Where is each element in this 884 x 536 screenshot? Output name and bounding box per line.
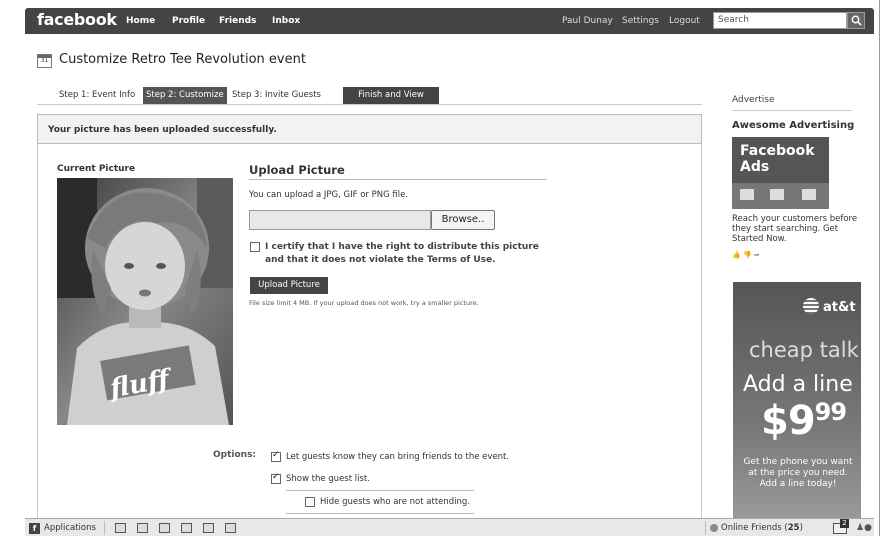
nav-friends[interactable]: Friends (219, 16, 256, 26)
nav-inbox[interactable]: Inbox (272, 16, 300, 26)
notifications-badge: 2 (840, 519, 849, 528)
calendar-icon: 31 (37, 54, 52, 68)
user-name-link[interactable]: Paul Dunay (562, 16, 613, 26)
show-guest-list-checkbox[interactable] (271, 472, 281, 484)
advertise-divider (732, 110, 852, 111)
current-picture-label: Current Picture (57, 164, 136, 174)
online-divider (705, 521, 706, 535)
applications-menu[interactable]: Applications (44, 523, 96, 533)
search-icon (851, 15, 862, 26)
facebook-logo[interactable]: facebook (37, 10, 117, 29)
att-logo: at&t (823, 300, 856, 315)
tab-event-info[interactable]: Step 1: Event Info (56, 87, 138, 104)
notes-icon[interactable] (137, 523, 148, 533)
upload-help-text: You can upload a JPG, GIF or PNG file. (249, 190, 409, 200)
options-label: Options: (213, 450, 257, 460)
bring-friends-checkbox[interactable] (271, 450, 281, 462)
online-friends-icon (710, 524, 718, 532)
att-price-cents: 99 (814, 398, 847, 426)
person-icon (740, 189, 754, 200)
online-friends-close-paren: ) (799, 523, 803, 533)
bring-friends-label: Let guests know they can bring friends t… (286, 452, 510, 462)
att-banner-ad[interactable]: at&t cheap talk Add a line $999 Get the … (733, 282, 861, 518)
ad-copy: Reach your customers before they start s… (732, 214, 858, 244)
bottom-chat-bar: f Applications Online Friends (25) 2 ♟● (25, 518, 874, 536)
nav-home[interactable]: Home (126, 16, 155, 26)
ad-like-icon[interactable]: 👍 👎 ➦ (732, 251, 760, 259)
tab-invite-guests[interactable]: Step 3: Invite Guests (229, 87, 324, 104)
browse-button[interactable]: Browse.. (431, 210, 495, 230)
search-button[interactable] (847, 12, 865, 29)
facebook-ads-text: Facebook Ads (740, 143, 815, 175)
upload-picture-heading: Upload Picture (249, 163, 345, 177)
groups-icon[interactable] (159, 523, 170, 533)
hide-guests-divider-top (286, 490, 474, 491)
att-tagline: Get the phone you want at the price you … (743, 457, 853, 489)
att-globe-icon (803, 298, 819, 314)
success-message: Your picture has been uploaded successfu… (48, 125, 277, 135)
child-photo-illustration: fluff (57, 178, 233, 425)
file-path-field[interactable] (249, 210, 431, 230)
hide-not-attending-checkbox[interactable] (305, 497, 315, 507)
online-friends-label: Online Friends ( (721, 523, 788, 533)
tab-customize[interactable]: Step 2: Customize (143, 87, 227, 104)
events-icon[interactable] (181, 523, 192, 533)
window-edge (879, 0, 880, 536)
certify-label: I certify that I have the right to distr… (265, 242, 539, 265)
online-friends-button[interactable]: Online Friends (25) (721, 523, 803, 533)
att-cheap-talk: cheap talk (749, 338, 859, 362)
upload-divider (249, 179, 547, 180)
facebook-ads-banner[interactable]: Facebook Ads (732, 137, 829, 209)
ad-title[interactable]: Awesome Advertising (732, 120, 854, 131)
video-icon[interactable] (203, 523, 214, 533)
att-price: $999 (761, 398, 847, 444)
online-friends-count: 25 (787, 523, 800, 533)
hide-not-attending-label: Hide guests who are not attending. (320, 497, 471, 507)
speech-bubble-icon (802, 189, 816, 200)
envelope-icon (770, 189, 784, 200)
nav-profile[interactable]: Profile (172, 16, 205, 26)
top-navigation-bar: facebook Home Profile Friends Inbox Paul… (25, 8, 874, 34)
current-picture-image: fluff (57, 178, 233, 425)
photos-icon[interactable] (115, 523, 126, 533)
certify-checkbox[interactable] (250, 242, 260, 252)
tab-divider (37, 104, 702, 105)
hide-guests-divider-bottom (286, 513, 474, 514)
share-icon[interactable] (225, 523, 236, 533)
att-add-a-line: Add a line (743, 372, 853, 397)
settings-link[interactable]: Settings (622, 16, 659, 26)
upload-picture-button[interactable]: Upload Picture (250, 277, 328, 294)
search-input[interactable]: Search (713, 12, 847, 29)
advertise-link[interactable]: Advertise (732, 95, 775, 105)
att-price-dollars: $9 (761, 398, 816, 444)
bottom-divider (104, 521, 105, 535)
tab-finish-and-view[interactable]: Finish and View (343, 87, 439, 104)
show-guest-list-label: Show the guest list. (286, 474, 370, 484)
applications-icon[interactable]: f (29, 523, 40, 534)
friend-requests-icon[interactable]: ♟● (856, 523, 872, 533)
file-size-limit-note: File size limit 4 MB. If your upload doe… (249, 299, 479, 307)
page-title: Customize Retro Tee Revolution event (59, 52, 306, 67)
success-banner: Your picture has been uploaded successfu… (37, 114, 702, 144)
logout-link[interactable]: Logout (669, 16, 700, 26)
